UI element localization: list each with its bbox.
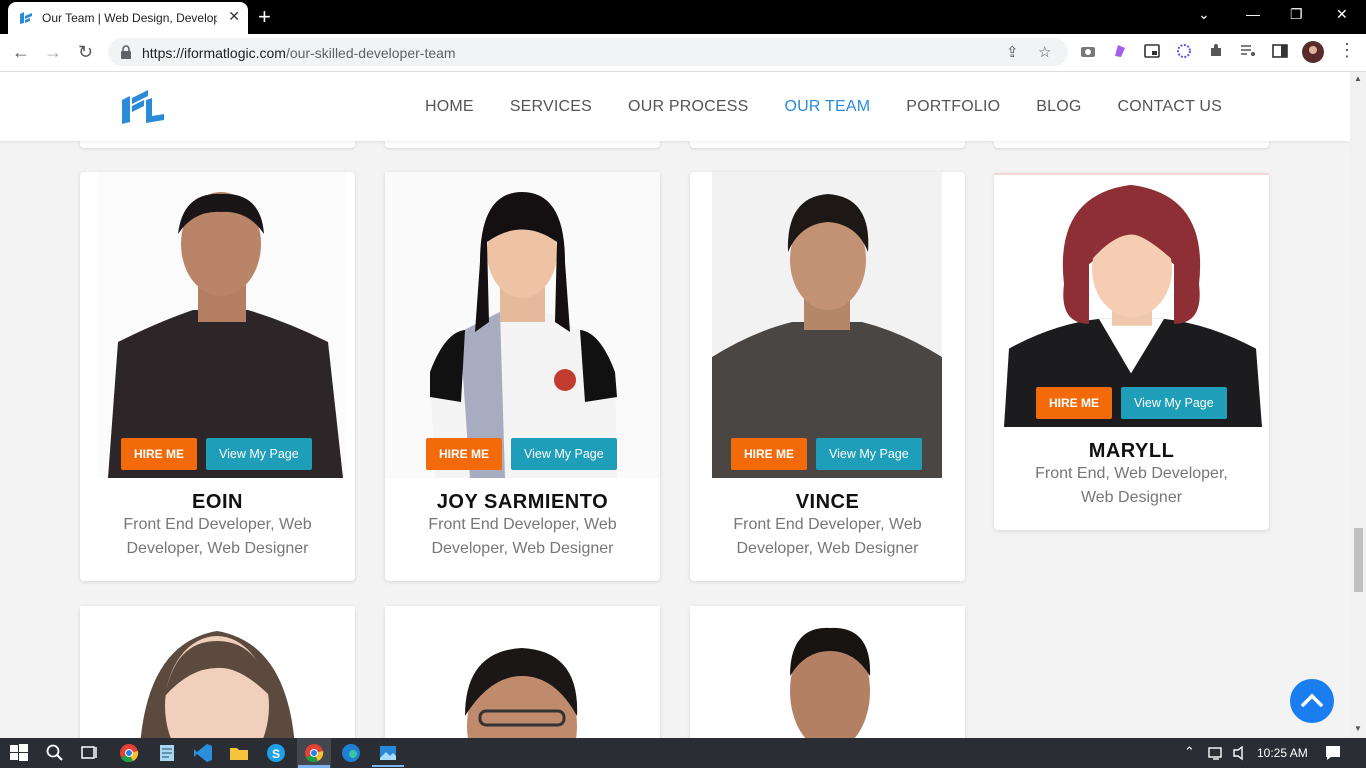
search-icon[interactable]	[45, 743, 65, 763]
picture-in-picture-icon[interactable]	[1144, 43, 1160, 59]
hire-me-button[interactable]: HIRE ME	[731, 438, 808, 470]
team-member-photo	[385, 606, 660, 738]
close-window-icon[interactable]: ✕	[1336, 6, 1348, 23]
new-tab-icon[interactable]: +	[258, 4, 271, 30]
reading-list-icon[interactable]	[1240, 43, 1256, 59]
profile-avatar[interactable]	[1302, 41, 1324, 63]
running-app-indicator	[372, 765, 404, 767]
team-member-role: Front End Developer, Web Developer, Web …	[428, 516, 617, 557]
team-member-photo	[690, 606, 965, 738]
extension-icon[interactable]	[1112, 43, 1128, 59]
task-view-icon[interactable]	[80, 743, 100, 763]
bookmark-star-icon[interactable]: ☆	[1038, 43, 1051, 61]
tab-title: Our Team | Web Design, Develop	[42, 11, 217, 25]
page-viewport: HOME SERVICES OUR PROCESS OUR TEAM PORTF…	[0, 72, 1350, 738]
view-my-page-button[interactable]: View My Page	[511, 438, 617, 470]
notification-center-icon[interactable]	[1323, 743, 1343, 763]
team-member-photo	[98, 172, 345, 478]
team-member-photo	[712, 172, 942, 478]
camera-extension-icon[interactable]	[1080, 43, 1096, 59]
scroll-up-arrow-icon[interactable]: ▲	[1354, 74, 1362, 83]
team-member-photo	[385, 172, 660, 478]
windows-start-icon[interactable]	[9, 743, 29, 763]
side-panel-icon[interactable]	[1272, 43, 1288, 59]
windows-taskbar: S ⌃ 10:25 AM	[0, 738, 1366, 768]
hire-me-button[interactable]: HIRE ME	[121, 438, 198, 470]
team-card: HIRE ME View My Page EOIN Front End Deve…	[80, 172, 355, 581]
url-text[interactable]: https://iformatlogic.com/our-skilled-dev…	[142, 45, 456, 61]
volume-icon[interactable]	[1231, 743, 1251, 763]
scrollbar-thumb[interactable]	[1354, 528, 1363, 592]
hire-me-button[interactable]: HIRE ME	[426, 438, 503, 470]
team-member-name: EOIN	[192, 491, 243, 513]
team-member-role: Front End Developer, Web Developer, Web …	[123, 516, 312, 557]
site-favicon-icon	[20, 12, 32, 24]
view-my-page-button[interactable]: View My Page	[206, 438, 312, 470]
nav-home[interactable]: HOME	[425, 98, 474, 116]
team-card	[385, 606, 660, 738]
card-action-buttons: HIRE ME View My Page	[731, 438, 922, 470]
share-icon[interactable]: ⇪	[1006, 43, 1019, 61]
nav-contact-us[interactable]: CONTACT US	[1118, 98, 1223, 116]
scroll-to-top-button[interactable]	[1290, 679, 1334, 723]
scroll-down-arrow-icon[interactable]: ▼	[1354, 724, 1362, 733]
skype-icon[interactable]: S	[266, 743, 286, 763]
view-my-page-button[interactable]: View My Page	[816, 438, 922, 470]
nav-our-team[interactable]: OUR TEAM	[785, 98, 871, 116]
nav-our-process[interactable]: OUR PROCESS	[628, 98, 748, 116]
taskbar-clock[interactable]: 10:25 AM	[1257, 746, 1308, 760]
browser-tab-active[interactable]: Our Team | Web Design, Develop ✕	[8, 2, 248, 34]
nav-portfolio[interactable]: PORTFOLIO	[906, 98, 1000, 116]
show-hidden-icons-icon[interactable]: ⌃	[1184, 744, 1195, 760]
notepad-icon[interactable]	[157, 743, 177, 763]
edge-icon[interactable]	[341, 743, 361, 763]
tab-search-icon[interactable]: ⌄	[1198, 6, 1210, 23]
team-member-photo	[80, 606, 355, 738]
site-logo[interactable]	[118, 86, 166, 126]
team-card: HIRE ME View My Page MARYLL Front End, W…	[994, 173, 1269, 530]
team-member-name: VINCE	[795, 491, 860, 513]
extensions-puzzle-icon[interactable]	[1208, 43, 1224, 59]
photos-icon[interactable]	[378, 743, 398, 763]
card-action-buttons: HIRE ME View My Page	[1036, 387, 1227, 419]
forward-icon[interactable]: →	[44, 42, 62, 63]
team-member-name: MARYLL	[1088, 440, 1175, 462]
nav-services[interactable]: SERVICES	[510, 98, 592, 116]
reload-icon[interactable]: ↻	[78, 42, 93, 63]
back-icon[interactable]: ←	[12, 42, 30, 63]
view-my-page-button[interactable]: View My Page	[1121, 387, 1227, 419]
card-action-buttons: HIRE ME View My Page	[426, 438, 617, 470]
lock-icon[interactable]	[120, 45, 132, 59]
team-member-name: JOY SARMIENTO	[436, 491, 609, 513]
nav-blog[interactable]: BLOG	[1036, 98, 1081, 116]
browser-toolbar: ← → ↻ https://iformatlogic.com/our-skill…	[0, 34, 1366, 72]
team-card: HIRE ME View My Page JOY SARMIENTO Front…	[385, 172, 660, 581]
address-bar[interactable]: https://iformatlogic.com/our-skilled-dev…	[108, 38, 1068, 66]
team-card: HIRE ME View My Page VINCE Front End Dev…	[690, 172, 965, 581]
main-nav: HOME SERVICES OUR PROCESS OUR TEAM PORTF…	[425, 98, 1258, 116]
team-card	[690, 606, 965, 738]
chevron-up-icon	[1301, 693, 1323, 707]
chrome-icon[interactable]	[119, 743, 139, 763]
restore-icon[interactable]: ❐	[1290, 6, 1303, 23]
team-member-role: Front End, Web Developer, Web Designer	[1035, 465, 1228, 506]
file-explorer-icon[interactable]	[229, 743, 249, 763]
close-tab-icon[interactable]: ✕	[228, 8, 240, 25]
chrome-active-icon[interactable]	[304, 743, 324, 763]
site-header: HOME SERVICES OUR PROCESS OUR TEAM PORTF…	[0, 72, 1350, 141]
minimize-icon[interactable]: —	[1246, 6, 1260, 22]
card-action-buttons: HIRE ME View My Page	[121, 438, 312, 470]
sparkle-extension-icon[interactable]	[1176, 43, 1192, 59]
network-icon[interactable]	[1206, 743, 1226, 763]
vscode-icon[interactable]	[193, 743, 213, 763]
team-member-role: Front End Developer, Web Developer, Web …	[733, 516, 922, 557]
browser-menu-icon[interactable]: ⋮	[1338, 40, 1356, 61]
page-scrollbar[interactable]: ▲ ▼	[1350, 72, 1366, 738]
browser-tab-bar: Our Team | Web Design, Develop ✕ + ⌄ — ❐…	[0, 0, 1366, 34]
hire-me-button[interactable]: HIRE ME	[1036, 387, 1113, 419]
team-card	[80, 606, 355, 738]
svg-text:S: S	[272, 747, 280, 761]
